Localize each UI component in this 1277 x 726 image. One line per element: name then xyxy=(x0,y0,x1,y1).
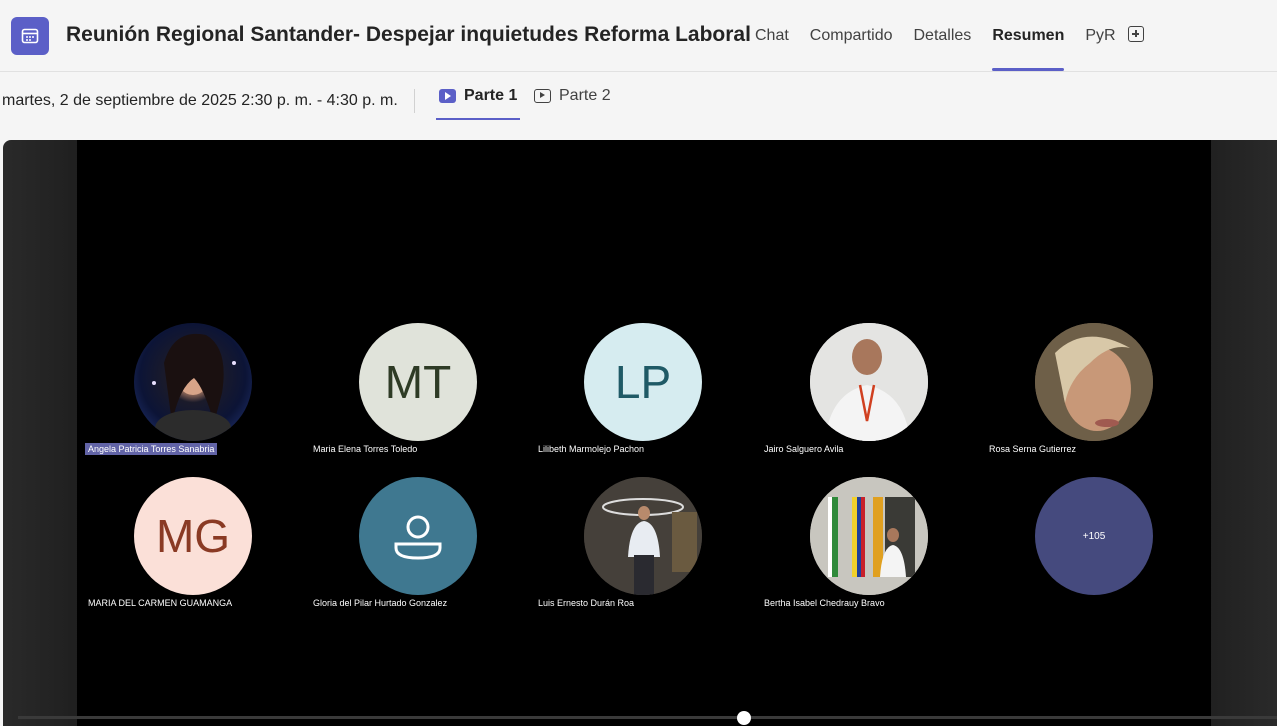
play-icon xyxy=(534,89,551,103)
participant-tile: Angela Patricia Torres Sanabria xyxy=(77,323,277,463)
meeting-title: Reunión Regional Santander- Despejar inq… xyxy=(66,23,751,46)
avatar-initials: LP xyxy=(614,356,672,408)
participant-tile: Jairo Salguero Avila xyxy=(753,323,953,463)
participant-tile: LP Lilibeth Marmolejo Pachon xyxy=(527,323,727,463)
participant-tile: MG MARIA DEL CARMEN GUAMANGA xyxy=(77,477,277,617)
seek-bar[interactable] xyxy=(18,716,1277,719)
avatar xyxy=(1035,323,1153,441)
participant-name: Angela Patricia Torres Sanabria xyxy=(85,443,218,455)
part-1-button[interactable]: Parte 1 xyxy=(435,72,521,120)
meeting-date: martes, 2 de septiembre de 2025 2:30 p. … xyxy=(2,92,398,109)
avatar: MT xyxy=(359,323,477,441)
avatar: LP xyxy=(584,323,702,441)
avatar xyxy=(810,323,928,441)
seek-progress xyxy=(18,716,745,719)
video-player[interactable]: Angela Patricia Torres Sanabria MT Maria… xyxy=(3,140,1277,726)
avatar-initials: MT xyxy=(384,356,452,408)
participant-name: Rosa Serna Gutierrez xyxy=(989,444,1077,454)
overflow-count: +105 xyxy=(1082,530,1106,542)
calendar-icon[interactable] xyxy=(11,17,49,55)
participant-tile: Gloria del Pilar Hurtado Gonzalez xyxy=(302,477,502,617)
avatar-initials: MG xyxy=(155,510,231,562)
participant-tile: Luis Ernesto Durán Roa xyxy=(527,477,727,617)
tab-pyr[interactable]: PyR xyxy=(1085,0,1115,71)
plus-square-icon[interactable] xyxy=(1128,26,1144,42)
avatar xyxy=(584,477,702,595)
avatar xyxy=(359,477,477,595)
avatar: MG xyxy=(134,477,252,595)
tab-resumen[interactable]: Resumen xyxy=(992,0,1065,71)
participant-name: Maria Elena Torres Toledo xyxy=(313,444,418,454)
participant-tile: Bertha Isabel Chedrauy Bravo xyxy=(753,477,953,617)
participant-name: MARIA DEL CARMEN GUAMANGA xyxy=(88,598,233,608)
recording-subbar: martes, 2 de septiembre de 2025 2:30 p. … xyxy=(0,72,1277,130)
participant-tile: Rosa Serna Gutierrez xyxy=(978,323,1178,463)
tab-chat[interactable]: Chat xyxy=(755,0,789,71)
tab-detalles[interactable]: Detalles xyxy=(914,0,972,71)
meeting-header: Reunión Regional Santander- Despejar inq… xyxy=(0,0,1277,72)
part-2-label: Parte 2 xyxy=(559,87,611,104)
avatar[interactable]: +105 xyxy=(1035,477,1153,595)
part-1-label: Parte 1 xyxy=(464,87,518,104)
participant-name: Gloria del Pilar Hurtado Gonzalez xyxy=(313,598,448,608)
seek-handle[interactable] xyxy=(737,711,751,725)
tab-compartido[interactable]: Compartido xyxy=(810,0,893,71)
divider xyxy=(414,89,415,113)
tab-bar: Chat Compartido Detalles Resumen PyR xyxy=(755,0,1137,71)
more-participants-tile[interactable]: +105 xyxy=(978,477,1178,617)
participant-name: Lilibeth Marmolejo Pachon xyxy=(538,444,645,454)
participant-name: Bertha Isabel Chedrauy Bravo xyxy=(764,598,885,608)
participant-name: Jairo Salguero Avila xyxy=(764,444,844,454)
participant-tile: MT Maria Elena Torres Toledo xyxy=(302,323,502,463)
avatar xyxy=(810,477,928,595)
avatar xyxy=(134,323,252,441)
person-icon xyxy=(394,515,442,560)
play-icon xyxy=(439,89,456,103)
video-frame[interactable]: Angela Patricia Torres Sanabria MT Maria… xyxy=(77,140,1211,726)
part-2-button[interactable]: Parte 2 xyxy=(534,72,611,120)
participant-name: Luis Ernesto Durán Roa xyxy=(538,598,635,608)
